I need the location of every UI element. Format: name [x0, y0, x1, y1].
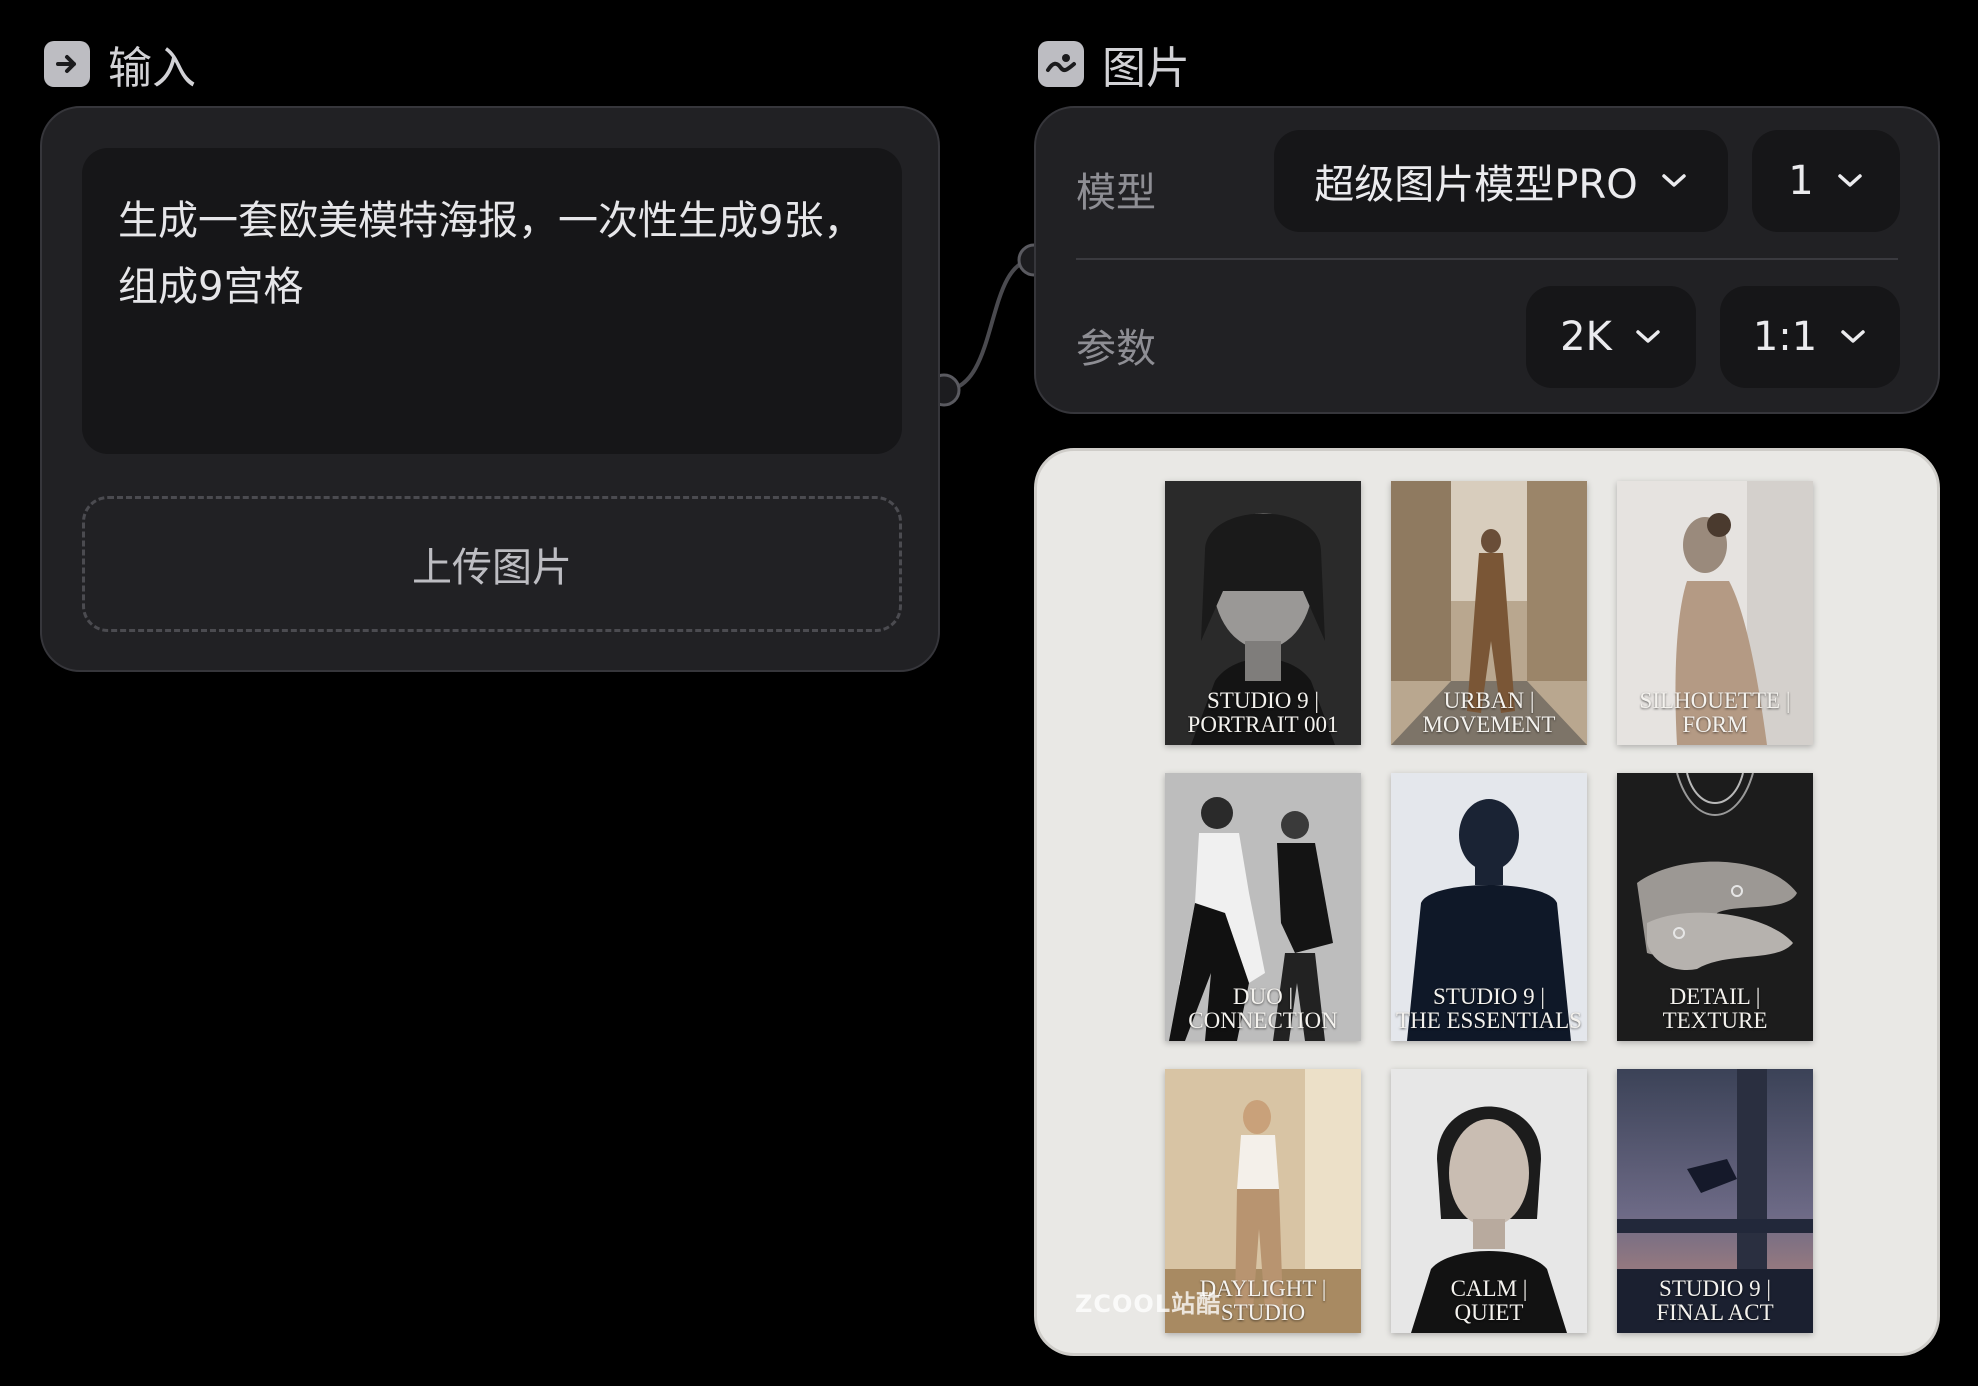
chevron-down-icon: [1636, 330, 1660, 343]
poster-caption: STUDIO 9 | THE ESSENTIALS: [1396, 984, 1582, 1033]
poster-tile[interactable]: URBAN | MOVEMENT: [1391, 481, 1587, 745]
poster-tile[interactable]: SILHOUETTE | FORM: [1617, 481, 1813, 745]
watermark: ZCOOL站酷: [1075, 1290, 1222, 1318]
model-select-value: 超级图片模型PRO: [1314, 162, 1638, 208]
image-node[interactable]: 模型 超级图片模型PRO 1 参数 2K 1:1: [1034, 106, 1940, 414]
chevron-down-icon: [1837, 174, 1862, 187]
poster-caption: STUDIO 9 | PORTRAIT 001: [1187, 688, 1339, 737]
divider: [1076, 258, 1898, 260]
resolution-select-value: 2K: [1560, 314, 1612, 360]
poster-tile[interactable]: STUDIO 9 | PORTRAIT 001: [1165, 481, 1361, 745]
input-node[interactable]: 生成一套欧美模特海报，一次性生成9张，组成9宫格 上传图片: [40, 106, 940, 672]
poster-caption: STUDIO 9 | FINAL ACT: [1656, 1276, 1774, 1325]
poster-tile[interactable]: DETAIL | TEXTURE: [1617, 773, 1813, 1041]
count-select[interactable]: 1: [1752, 130, 1900, 232]
poster-caption: URBAN | MOVEMENT: [1422, 688, 1556, 737]
poster-caption: DUO | CONNECTION: [1188, 984, 1338, 1033]
model-label: 模型: [1076, 170, 1156, 216]
resolution-select[interactable]: 2K: [1526, 286, 1696, 388]
chevron-down-icon: [1661, 174, 1686, 187]
upload-image-button[interactable]: 上传图片: [82, 496, 902, 632]
poster-caption: CALM | QUIET: [1450, 1276, 1528, 1325]
params-label: 参数: [1076, 326, 1156, 372]
model-select[interactable]: 超级图片模型PRO: [1274, 130, 1728, 232]
poster-caption: SILHOUETTE | FORM: [1639, 688, 1791, 737]
poster-tile[interactable]: CALM | QUIET: [1391, 1069, 1587, 1333]
generated-image-card[interactable]: STUDIO 9 | PORTRAIT 001 URBAN | MOVEMENT…: [1034, 448, 1940, 1356]
poster-tile[interactable]: STUDIO 9 | FINAL ACT: [1617, 1069, 1813, 1333]
poster-tile[interactable]: DUO | CONNECTION: [1165, 773, 1361, 1041]
poster-tile[interactable]: STUDIO 9 | THE ESSENTIALS: [1391, 773, 1587, 1041]
ratio-select-value: 1:1: [1752, 314, 1818, 360]
count-select-value: 1: [1788, 158, 1814, 204]
ratio-select[interactable]: 1:1: [1720, 286, 1900, 388]
prompt-textarea[interactable]: 生成一套欧美模特海报，一次性生成9张，组成9宫格: [82, 148, 902, 454]
chevron-down-icon: [1841, 330, 1865, 343]
poster-caption: DETAIL | TEXTURE: [1662, 984, 1768, 1033]
